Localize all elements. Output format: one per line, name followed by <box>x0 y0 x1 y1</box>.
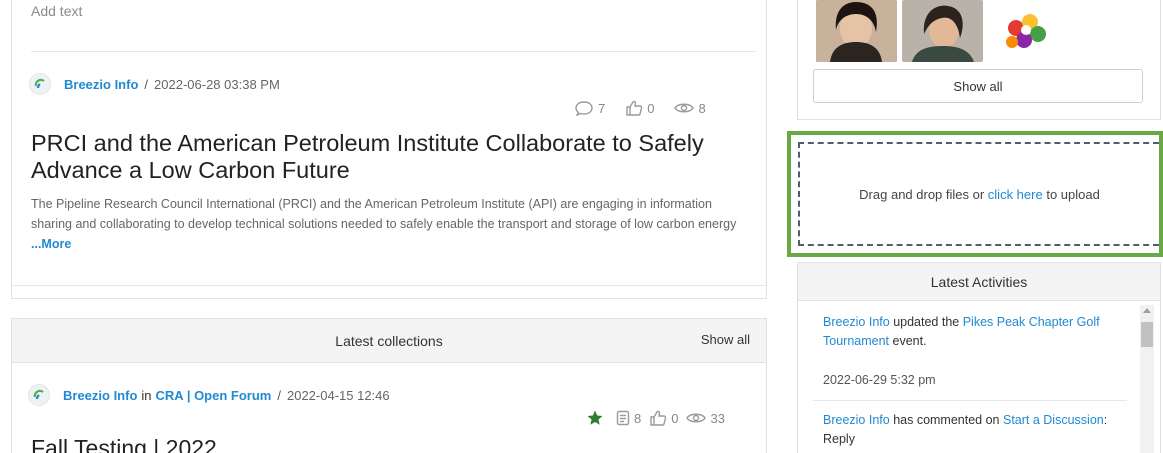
views-count: 33 <box>710 410 725 426</box>
separator: / <box>144 76 149 92</box>
collections-header: Latest collections Show all <box>12 319 766 363</box>
add-text-placeholder[interactable]: Add text <box>31 3 82 19</box>
documents-stat: 8 <box>616 410 641 426</box>
views-count: 8 <box>698 100 706 116</box>
likes-stat[interactable]: 0 <box>625 100 654 116</box>
activity-verb: updated the <box>889 315 963 329</box>
collection-date: 2022-04-15 12:46 <box>286 387 390 403</box>
members-card: Show all <box>797 0 1161 120</box>
comments-stat[interactable]: 7 <box>574 100 605 116</box>
activity-date: 2022-06-29 5:32 pm <box>823 373 936 387</box>
read-more-link[interactable]: ...More <box>31 237 71 251</box>
author-link[interactable]: Breezio Info <box>64 77 138 92</box>
activity-target-link[interactable]: Start a Discussion <box>1003 413 1104 427</box>
collection-author-row: Breezio Info in CRA | Open Forum / 2022-… <box>28 384 390 406</box>
upload-click-link[interactable]: click here <box>988 187 1043 202</box>
post-stats: 7 0 8 <box>574 100 706 116</box>
activity-suffix: event. <box>889 334 927 348</box>
likes-stat[interactable]: 0 <box>649 410 678 426</box>
activity-item: Breezio Info has commented on Start a Di… <box>823 411 1113 449</box>
collections-title: Latest collections <box>335 333 443 349</box>
separator: / <box>277 387 281 403</box>
comment-icon <box>575 101 593 116</box>
divider <box>12 285 766 286</box>
divider <box>31 51 756 52</box>
member-avatar[interactable] <box>902 0 983 62</box>
members-show-all-button[interactable]: Show all <box>813 69 1143 103</box>
eye-icon <box>686 413 707 423</box>
latest-activities-card: Latest Activities Breezio Info updated t… <box>797 262 1161 453</box>
post-excerpt-text: The Pipeline Research Council Internatio… <box>31 197 737 231</box>
collection-title[interactable]: Fall Testing | 2022 <box>31 435 217 453</box>
scroll-up-arrow-icon[interactable] <box>1143 308 1151 313</box>
divider <box>813 400 1127 401</box>
star-icon[interactable] <box>586 409 604 427</box>
views-stat: 8 <box>674 100 706 116</box>
upload-dropzone[interactable]: Drag and drop files or click here to upl… <box>798 142 1159 246</box>
upload-text-after: to upload <box>1042 186 1100 202</box>
views-stat: 33 <box>686 410 725 426</box>
post-excerpt: The Pipeline Research Council Internatio… <box>31 194 751 254</box>
activity-actor-link[interactable]: Breezio Info <box>823 413 890 427</box>
likes-count: 0 <box>647 100 655 116</box>
member-avatar[interactable] <box>816 0 897 62</box>
thumbs-up-icon <box>626 100 643 116</box>
author-avatar[interactable] <box>29 73 51 95</box>
group-link[interactable]: CRA | Open Forum <box>156 388 272 403</box>
collections-show-all-link[interactable]: Show all <box>701 332 750 347</box>
breezio-logo-icon <box>33 389 44 400</box>
colorful-logo-icon <box>1006 14 1046 48</box>
documents-count: 8 <box>634 410 642 426</box>
in-word: in <box>141 387 152 403</box>
author-link[interactable]: Breezio Info <box>63 388 137 403</box>
author-avatar[interactable] <box>28 384 50 406</box>
member-avatar[interactable] <box>986 0 1067 62</box>
collection-stats: 8 0 33 <box>586 409 725 427</box>
activity-verb: has commented on <box>889 413 1003 427</box>
post-author-row: Breezio Info / 2022-06-28 03:38 PM <box>29 73 280 95</box>
thumbs-up-icon <box>650 410 667 426</box>
upload-text-before: Drag and drop files or <box>859 186 988 202</box>
document-icon <box>616 410 630 426</box>
latest-collections-card: Latest collections Show all Breezio Info… <box>11 318 767 453</box>
likes-count: 0 <box>671 410 679 426</box>
post-card: Add text Breezio Info / 2022-06-28 03:38… <box>11 0 767 299</box>
activities-scrollbar[interactable] <box>1140 305 1154 453</box>
comments-count: 7 <box>598 100 606 116</box>
breezio-logo-icon <box>34 78 45 89</box>
activity-actor-link[interactable]: Breezio Info <box>823 315 890 329</box>
upload-text: Drag and drop files or click here to upl… <box>859 187 1100 202</box>
activities-header: Latest Activities <box>798 263 1160 301</box>
activity-item: Breezio Info updated the Pikes Peak Chap… <box>823 313 1113 351</box>
scrollbar-thumb[interactable] <box>1141 322 1153 347</box>
upload-dropzone-highlight: Drag and drop files or click here to upl… <box>787 131 1163 257</box>
post-title[interactable]: PRCI and the American Petroleum Institut… <box>31 130 761 184</box>
eye-icon <box>674 103 695 113</box>
post-date: 2022-06-28 03:38 PM <box>154 76 280 92</box>
